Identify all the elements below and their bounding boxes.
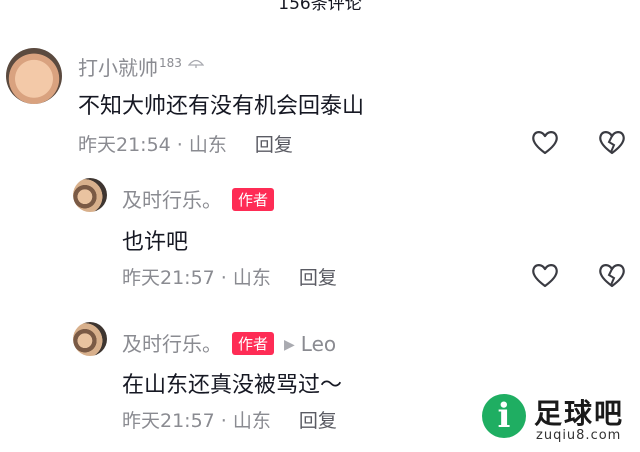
- avatar[interactable]: [73, 322, 107, 356]
- comment-location: 山东: [232, 410, 271, 432]
- reply-button[interactable]: 回复: [299, 410, 337, 432]
- separator: ·: [176, 134, 183, 156]
- comment-text: 也许吧: [122, 230, 189, 255]
- comment-time: 昨天21:54: [78, 134, 171, 156]
- level-badge-icon: [187, 59, 205, 68]
- comment-time: 昨天21:57: [122, 410, 215, 432]
- author-badge: 作者: [232, 188, 275, 211]
- comment-location: 山东: [232, 267, 271, 289]
- user-level: 183: [159, 56, 182, 71]
- author-badge: 作者: [232, 332, 275, 355]
- avatar[interactable]: [73, 178, 107, 212]
- comment-count-header: 156条评论: [278, 0, 362, 14]
- comment-text: 不知大帅还有没有机会回泰山: [78, 94, 365, 119]
- comment-username[interactable]: 打小就帅183: [78, 52, 205, 81]
- username-text[interactable]: 及时行乐。: [122, 188, 222, 212]
- comment-meta: 昨天21:57 · 山东 回复: [122, 263, 337, 290]
- separator: ·: [220, 267, 227, 289]
- avatar[interactable]: [6, 48, 62, 104]
- comment-username[interactable]: 及时行乐。 作者 ▶ Leo: [122, 328, 336, 357]
- comment-username[interactable]: 及时行乐。 作者: [122, 184, 275, 213]
- comment-meta: 昨天21:57 · 山东 回复: [122, 406, 337, 433]
- watermark-subtitle: zuqiu8.com: [536, 428, 622, 443]
- broken-heart-icon[interactable]: [597, 261, 627, 289]
- watermark-logo: i 足球吧 zuqiu8.com: [482, 392, 632, 446]
- reply-button[interactable]: 回复: [299, 267, 337, 289]
- reply-button[interactable]: 回复: [255, 134, 293, 156]
- reply-to-user[interactable]: Leo: [301, 332, 336, 356]
- watermark-icon: i: [482, 394, 526, 438]
- heart-icon[interactable]: [530, 128, 560, 156]
- reply-arrow-icon: ▶: [284, 337, 295, 353]
- comment-location: 山东: [188, 134, 227, 156]
- watermark-title: 足球吧: [534, 397, 625, 430]
- heart-icon[interactable]: [530, 261, 560, 289]
- username-text[interactable]: 打小就帅: [78, 56, 158, 80]
- comment-time: 昨天21:57: [122, 267, 215, 289]
- comment-meta: 昨天21:54 · 山东 回复: [78, 130, 293, 157]
- comment-text: 在山东还真没被骂过～: [122, 373, 343, 398]
- username-text[interactable]: 及时行乐。: [122, 332, 222, 356]
- broken-heart-icon[interactable]: [597, 128, 627, 156]
- separator: ·: [220, 410, 227, 432]
